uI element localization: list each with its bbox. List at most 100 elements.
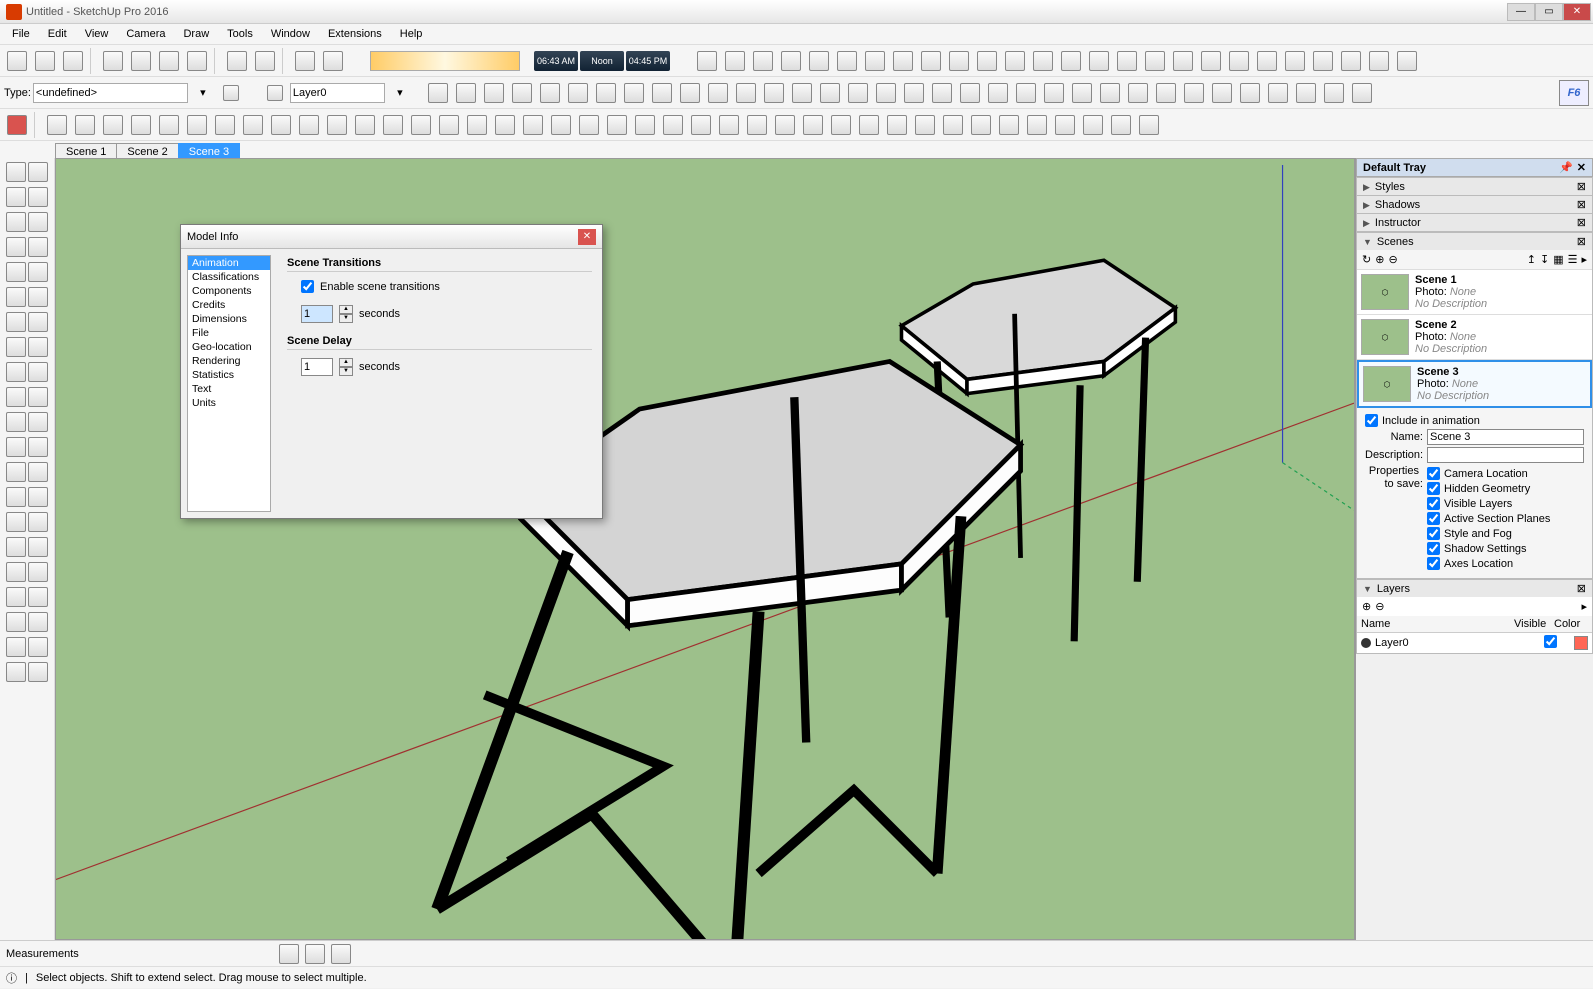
enable-transitions-checkbox[interactable]	[301, 280, 314, 293]
mi-cat-components[interactable]: Components	[188, 284, 270, 298]
tool-a20[interactable]	[1254, 48, 1280, 74]
tool-b21[interactable]	[1013, 80, 1039, 106]
ltool-16-0[interactable]	[6, 562, 26, 585]
ltool-4-0[interactable]	[6, 262, 26, 285]
ltool-16-1[interactable]	[28, 562, 48, 585]
pin-icon[interactable]: 📌	[1559, 161, 1573, 174]
tool-b20[interactable]	[985, 80, 1011, 106]
tool-c36[interactable]	[1052, 112, 1078, 138]
layers-col-visible[interactable]: Visible	[1514, 618, 1554, 630]
menu-extensions[interactable]: Extensions	[320, 26, 390, 42]
ltool-0-1[interactable]	[28, 162, 48, 185]
tool-a12[interactable]	[1030, 48, 1056, 74]
vcb-icon-3[interactable]	[331, 944, 351, 964]
panel-styles[interactable]: ▶Styles⊠	[1357, 177, 1592, 195]
mi-cat-animation[interactable]: Animation	[188, 256, 270, 270]
ltool-1-0[interactable]	[6, 187, 26, 210]
tool-b32[interactable]	[1321, 80, 1347, 106]
ltool-17-1[interactable]	[28, 587, 48, 610]
tool-b31[interactable]	[1293, 80, 1319, 106]
ltool-20-1[interactable]	[28, 662, 48, 685]
prop-style-and-fog[interactable]: Style and Fog	[1427, 527, 1584, 540]
vcb-icon-2[interactable]	[305, 944, 325, 964]
tool-b7[interactable]	[621, 80, 647, 106]
f6-button[interactable]: F6	[1559, 80, 1589, 106]
tool-b18[interactable]	[929, 80, 955, 106]
menu-help[interactable]: Help	[392, 26, 431, 42]
tool-a17[interactable]	[1170, 48, 1196, 74]
panel-shadows[interactable]: ▶Shadows⊠	[1357, 195, 1592, 213]
tool-a15[interactable]	[1114, 48, 1140, 74]
ltool-19-0[interactable]	[6, 637, 26, 660]
model-info-titlebar[interactable]: Model Info ✕	[181, 225, 602, 249]
tool-c34[interactable]	[996, 112, 1022, 138]
tool-a2[interactable]	[750, 48, 776, 74]
ltool-9-1[interactable]	[28, 387, 48, 410]
new-button[interactable]	[4, 48, 30, 74]
prop-axes-location[interactable]: Axes Location	[1427, 557, 1584, 570]
menu-edit[interactable]: Edit	[40, 26, 75, 42]
tool-c30[interactable]	[884, 112, 910, 138]
layer-menu-icon[interactable]: ▸	[1581, 600, 1587, 613]
tool-b11[interactable]	[733, 80, 759, 106]
tray-close-icon[interactable]: ✕	[1577, 161, 1586, 174]
tool-b3[interactable]	[509, 80, 535, 106]
tool-b8[interactable]	[649, 80, 675, 106]
tool-a19[interactable]	[1226, 48, 1252, 74]
tool-b26[interactable]	[1153, 80, 1179, 106]
panel-close-icon[interactable]: ⊠	[1577, 235, 1586, 248]
scene-item-2[interactable]: ⬡Scene 3Photo: NoneNo Description	[1357, 360, 1592, 408]
ltool-7-0[interactable]	[6, 337, 26, 360]
remove-layer-icon[interactable]: ⊖	[1375, 600, 1384, 613]
ltool-20-0[interactable]	[6, 662, 26, 685]
tool-c37[interactable]	[1080, 112, 1106, 138]
tool-c22[interactable]	[660, 112, 686, 138]
tool-a1[interactable]	[722, 48, 748, 74]
redo-button[interactable]	[252, 48, 278, 74]
tool-c31[interactable]	[912, 112, 938, 138]
tool-c20[interactable]	[604, 112, 630, 138]
tool-a21[interactable]	[1282, 48, 1308, 74]
tool-c15[interactable]	[464, 112, 490, 138]
tool-a13[interactable]	[1058, 48, 1084, 74]
ltool-7-1[interactable]	[28, 337, 48, 360]
ltool-18-0[interactable]	[6, 612, 26, 635]
scenes-panel-header[interactable]: ▼Scenes ⊠	[1357, 232, 1592, 250]
mi-cat-file[interactable]: File	[188, 326, 270, 340]
prop-camera-location[interactable]: Camera Location	[1427, 467, 1584, 480]
tool-a25[interactable]	[1394, 48, 1420, 74]
tool-b13[interactable]	[789, 80, 815, 106]
layer-active-radio[interactable]	[1361, 638, 1371, 648]
scene-name-input[interactable]	[1427, 429, 1584, 445]
ltool-8-1[interactable]	[28, 362, 48, 385]
mi-cat-statistics[interactable]: Statistics	[188, 368, 270, 382]
tool-c16[interactable]	[492, 112, 518, 138]
tool-c21[interactable]	[632, 112, 658, 138]
tool-c38[interactable]	[1108, 112, 1134, 138]
prop-hidden-geometry[interactable]: Hidden Geometry	[1427, 482, 1584, 495]
tool-a5[interactable]	[834, 48, 860, 74]
ltool-3-0[interactable]	[6, 237, 26, 260]
prop-visible-layers[interactable]: Visible Layers	[1427, 497, 1584, 510]
ltool-8-0[interactable]	[6, 362, 26, 385]
tool-b17[interactable]	[901, 80, 927, 106]
layer-color-swatch[interactable]	[1574, 636, 1588, 650]
mi-cat-text[interactable]: Text	[188, 382, 270, 396]
spin-down[interactable]: ▼	[339, 367, 353, 376]
view-thumbs-icon[interactable]: ▦	[1553, 253, 1563, 266]
ltool-11-0[interactable]	[6, 437, 26, 460]
tool-c23[interactable]	[688, 112, 714, 138]
close-button[interactable]: ✕	[1563, 3, 1591, 21]
tool-c28[interactable]	[828, 112, 854, 138]
ltool-10-0[interactable]	[6, 412, 26, 435]
time-noon[interactable]: Noon	[580, 51, 624, 71]
ltool-15-1[interactable]	[28, 537, 48, 560]
tool-c10[interactable]	[324, 112, 350, 138]
section-tool[interactable]	[4, 112, 30, 138]
tool-c11[interactable]	[352, 112, 378, 138]
tray-header[interactable]: Default Tray 📌✕	[1356, 158, 1593, 177]
tool-c27[interactable]	[800, 112, 826, 138]
tool-c1[interactable]	[72, 112, 98, 138]
tool-b6[interactable]	[593, 80, 619, 106]
prop-shadow-settings[interactable]: Shadow Settings	[1427, 542, 1584, 555]
